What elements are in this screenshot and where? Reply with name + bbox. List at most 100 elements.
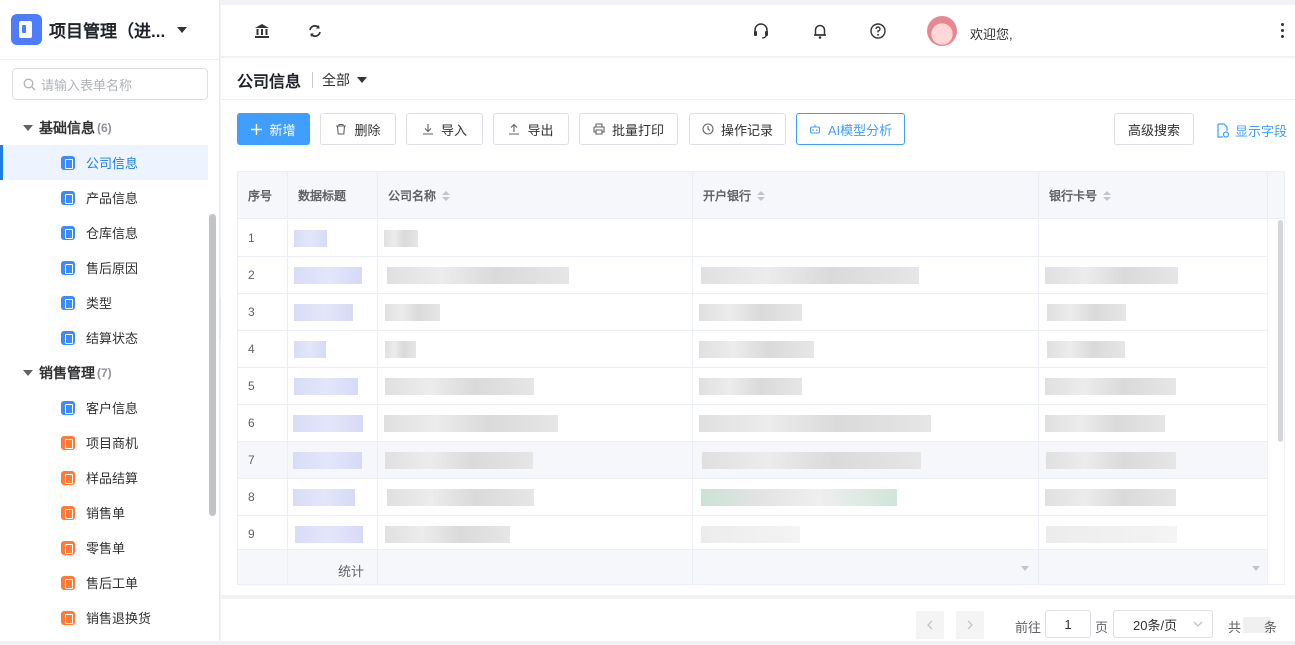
divider — [221, 99, 1295, 100]
table-row[interactable]: 5 — [238, 368, 1268, 405]
page-size-select[interactable]: 20条/页 — [1113, 610, 1213, 638]
help-icon[interactable] — [869, 22, 887, 40]
table-row[interactable]: 2 — [238, 257, 1268, 294]
divider — [312, 72, 314, 88]
row-index: 5 — [248, 379, 255, 393]
sidebar-item-retail-order[interactable]: 零售单 — [0, 530, 208, 565]
form-search-input[interactable]: 请输入表单名称 — [12, 68, 208, 100]
refresh-icon[interactable] — [306, 22, 324, 40]
redacted-value — [1045, 378, 1176, 395]
sort-icon[interactable] — [757, 190, 766, 201]
sidebar-item-label: 零售单 — [86, 541, 126, 556]
data-table: 序号 数据标题 公司名称 开户银行 银行卡号 1 2 3 4 5 6 7 8 9 统计 — [237, 171, 1285, 585]
redacted-value — [1045, 415, 1165, 432]
redacted-value — [699, 378, 802, 395]
advanced-search-button[interactable]: 高级搜索 — [1114, 113, 1194, 145]
table-cell: 3 — [238, 294, 288, 331]
next-page-button[interactable] — [956, 611, 984, 639]
table-cell — [378, 257, 693, 294]
redacted-value — [1046, 452, 1176, 469]
sort-icon[interactable] — [1103, 190, 1112, 201]
sidebar-item-sales-return[interactable]: 销售退换货 — [0, 600, 208, 635]
table-cell — [288, 220, 378, 257]
sidebar-item-product-info[interactable]: 产品信息 — [0, 180, 208, 215]
table-row[interactable]: 6 — [238, 405, 1268, 442]
sidebar-item-customer-info[interactable]: 客户信息 — [0, 390, 208, 425]
more-vertical-icon[interactable] — [1281, 23, 1285, 39]
app-switcher[interactable]: 项目管理（进... — [0, 0, 219, 60]
field-settings-icon — [1217, 123, 1230, 138]
table-cell — [288, 442, 378, 479]
table-row[interactable]: 9 — [238, 516, 1268, 553]
page-number-input[interactable]: 1 — [1045, 610, 1091, 638]
sidebar-item-company-info[interactable]: 公司信息 — [0, 145, 208, 180]
row-index: 3 — [248, 305, 255, 319]
delete-button[interactable]: 删除 — [320, 113, 396, 145]
table-row[interactable]: 4 — [238, 331, 1268, 368]
sidebar-item-sales-order[interactable]: 销售单 — [0, 495, 208, 530]
sidebar-item-settlement-status[interactable]: 结算状态 — [0, 320, 208, 355]
redacted-value — [701, 267, 919, 284]
flow-form-icon — [61, 505, 75, 520]
redacted-value — [702, 452, 921, 469]
batch-print-button[interactable]: 批量打印 — [579, 113, 678, 145]
summary-dropdown-icon[interactable] — [1252, 566, 1260, 571]
chevron-down-icon — [1193, 621, 1203, 627]
flow-form-icon — [61, 540, 75, 555]
table-cell — [693, 479, 1039, 516]
export-button[interactable]: 导出 — [493, 113, 569, 145]
import-button[interactable]: 导入 — [406, 113, 483, 145]
group-label: 基础信息 — [39, 119, 95, 136]
sidebar-item-sample-settlement[interactable]: 样品结算 — [0, 460, 208, 495]
redacted-value — [294, 304, 353, 321]
sidebar-item-label: 销售退换货 — [86, 611, 152, 626]
sidebar-item-after-sale-reason[interactable]: 售后原因 — [0, 250, 208, 285]
redacted-value — [701, 489, 897, 506]
sidebar-group-sales[interactable]: 销售管理 (7) — [0, 355, 208, 390]
table-cell — [378, 220, 693, 257]
table-cell — [288, 368, 378, 405]
redacted-value — [385, 452, 533, 469]
sidebar-item-opportunity[interactable]: 项目商机 — [0, 425, 208, 460]
summary-dropdown-icon[interactable] — [1021, 566, 1029, 571]
redacted-value — [295, 526, 363, 543]
bank-icon[interactable] — [253, 22, 271, 40]
column-header-bank[interactable]: 开户银行 — [693, 172, 1039, 219]
table-cell — [378, 442, 693, 479]
robot-icon — [809, 124, 820, 134]
table-row[interactable]: 3 — [238, 294, 1268, 331]
column-header-card-number[interactable]: 银行卡号 — [1039, 172, 1268, 219]
redacted-value — [293, 452, 362, 469]
bell-icon[interactable] — [811, 22, 829, 40]
sidebar-item-warehouse-info[interactable]: 仓库信息 — [0, 215, 208, 250]
table-row[interactable]: 7 — [238, 442, 1268, 479]
sidebar-group-basic-info[interactable]: 基础信息 (6) — [0, 110, 208, 145]
redacted-value — [699, 415, 931, 432]
sidebar-item-type[interactable]: 类型 — [0, 285, 208, 320]
table-row[interactable]: 8 — [238, 479, 1268, 516]
ai-analysis-button[interactable]: AI模型分析 — [796, 113, 905, 145]
flow-form-icon — [61, 575, 75, 590]
headset-icon[interactable] — [752, 22, 770, 40]
table-cell: 8 — [238, 479, 288, 516]
avatar[interactable] — [927, 16, 957, 46]
redacted-value — [699, 304, 802, 321]
column-header-data-title[interactable]: 数据标题 — [288, 172, 378, 219]
add-button[interactable]: 新增 — [237, 113, 310, 145]
column-header-company-name[interactable]: 公司名称 — [378, 172, 693, 219]
redacted-value — [699, 341, 814, 358]
sort-icon[interactable] — [442, 190, 451, 201]
redacted-value — [1047, 341, 1125, 358]
sidebar-item-label: 项目商机 — [86, 436, 139, 451]
table-scrollbar[interactable] — [1278, 220, 1283, 442]
sidebar-item-after-sale-ticket[interactable]: 售后工单 — [0, 565, 208, 600]
table-row[interactable]: 1 — [238, 220, 1268, 257]
show-fields-button[interactable]: 显示字段 — [1216, 121, 1287, 140]
caret-down-icon[interactable] — [357, 77, 368, 83]
scope-select[interactable]: 全部 — [322, 70, 350, 90]
chevron-right-icon — [967, 620, 973, 630]
prev-page-button[interactable] — [916, 611, 944, 639]
import-button-label: 导入 — [440, 122, 467, 138]
operation-log-button[interactable]: 操作记录 — [689, 113, 786, 145]
sidebar-scrollbar[interactable] — [209, 214, 216, 516]
